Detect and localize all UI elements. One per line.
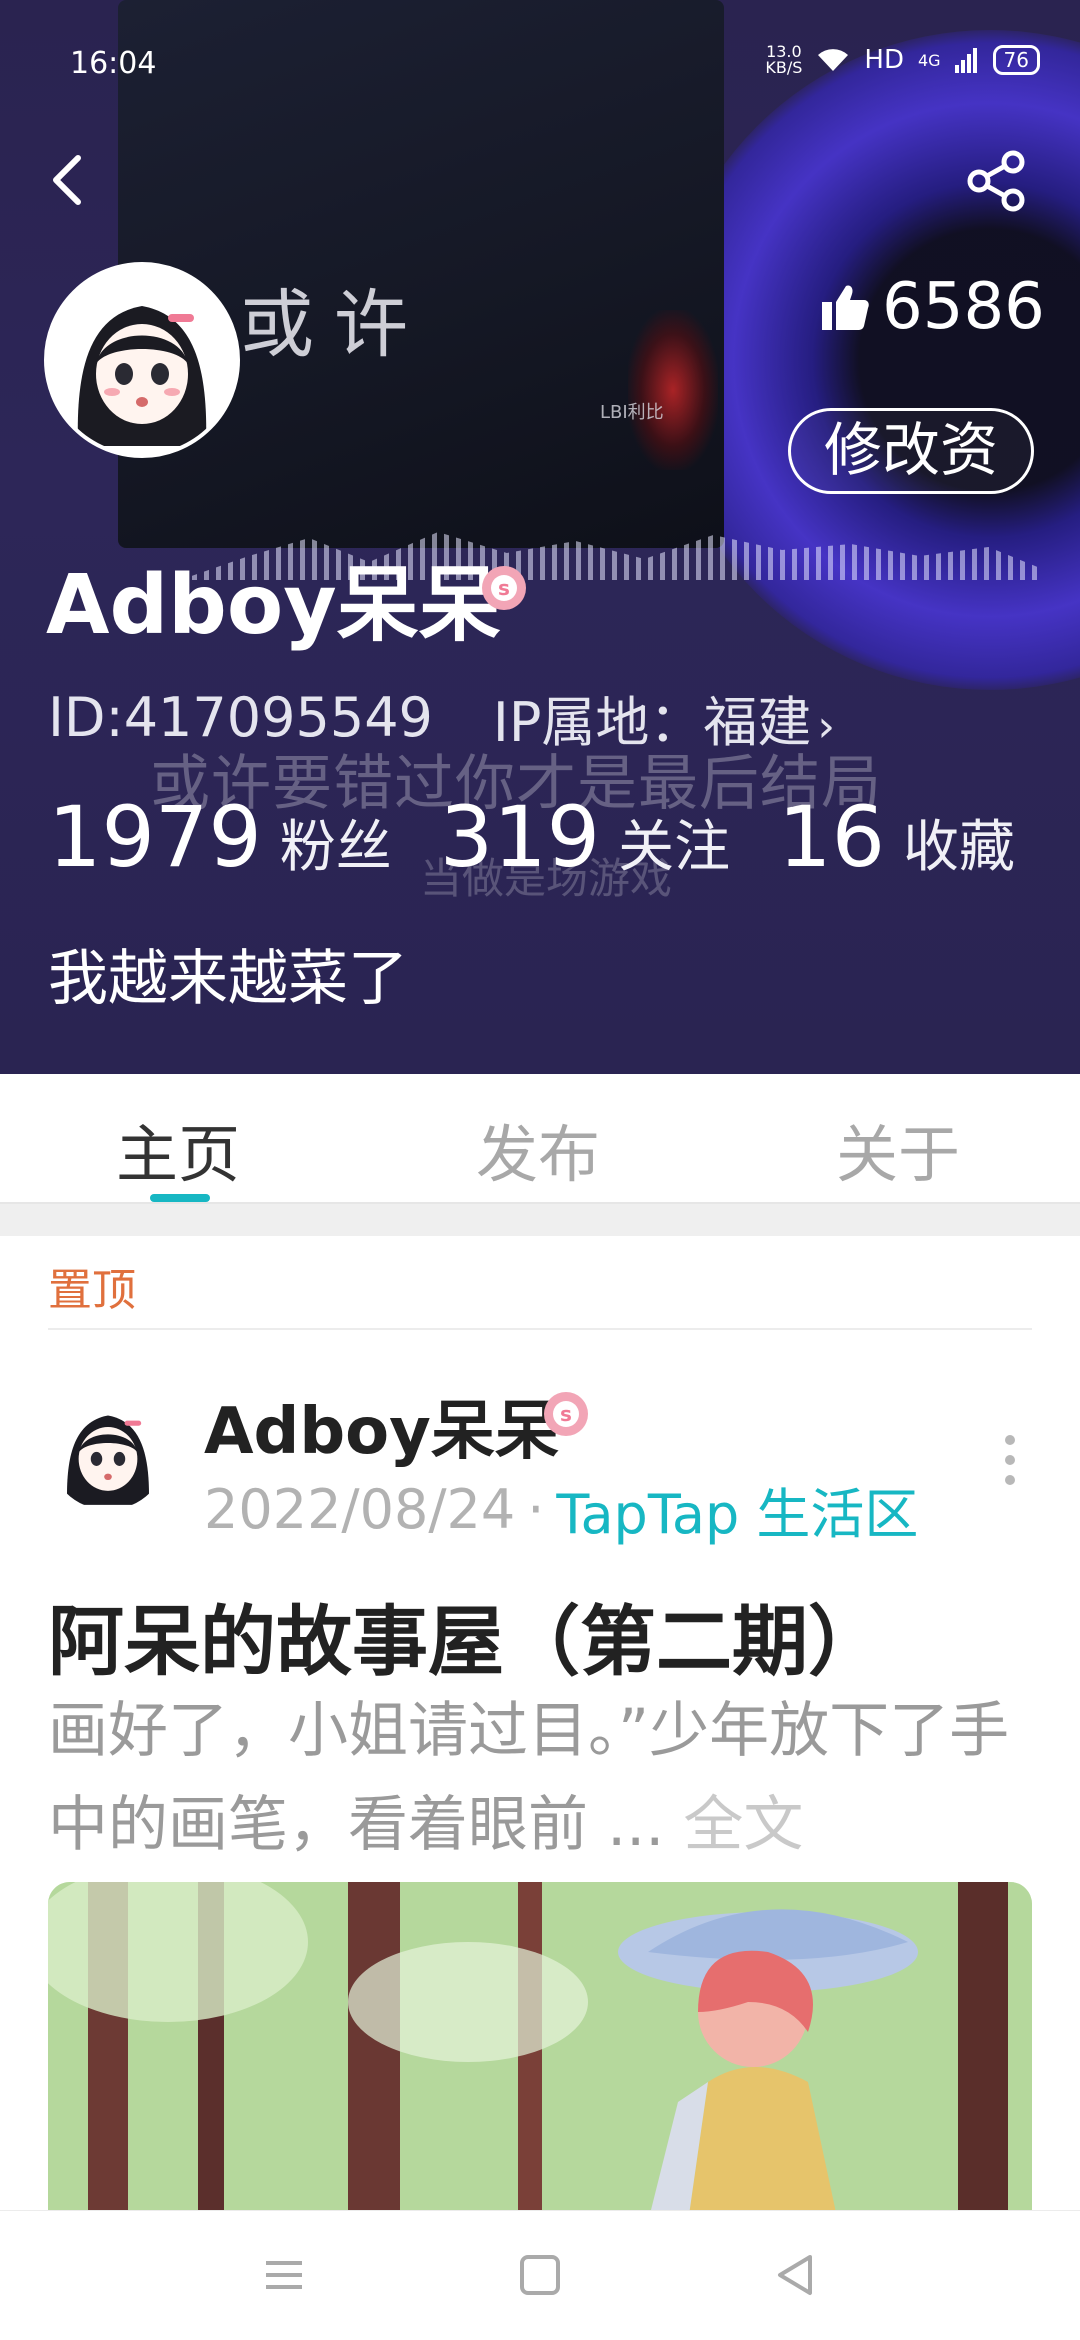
profile-header: 或许 LBI利比 或许要错过你才是最后结局 当做是场游戏 16:04 13.0 … [0,0,1080,1074]
more-options-icon[interactable] [1000,1430,1020,1490]
ip-location-link[interactable]: IP属地：福建 › [493,678,835,757]
menu-icon[interactable] [252,2243,316,2307]
following-label[interactable]: 关注 [618,802,730,883]
network-speed: 13.0 KB/S [765,44,802,76]
network-speed-unit: KB/S [765,58,803,77]
post-author-avatar[interactable] [48,1390,168,1510]
profile-bio: 我越来越菜了 [48,944,408,1014]
post-date: 2022/08/24 [204,1478,516,1541]
post-author-name[interactable]: Adboy呆呆 [204,1380,559,1472]
thumbs-up-icon [822,285,869,330]
id-location-row: ID:417095549 IP属地：福建 › [48,678,835,757]
favorites-label[interactable]: 收藏 [903,802,1015,883]
user-id: ID:417095549 [48,686,433,749]
back-triangle-icon[interactable] [764,2243,828,2307]
status-bar: 16:04 13.0 KB/S HD 4G 76 [0,40,1080,90]
post-title[interactable]: 阿呆的故事屋（第二期） [48,1580,884,1690]
post-image[interactable] [48,1882,1032,2222]
likes-count: 6586 [882,270,1045,344]
tab-about[interactable]: 关于 [836,1104,960,1194]
likes-counter: 6586 [820,270,1045,344]
profile-username: Adboy呆呆 [46,558,501,653]
post-excerpt[interactable]: 画好了，小姐请过目。”少年放下了手中的画笔，看着眼前 ... 全文 [48,1684,1038,1872]
verified-badge-icon: s [482,566,526,610]
status-time: 16:04 [70,46,157,81]
album-title: 或许 [240,282,428,368]
divider [48,1328,1032,1330]
pinned-label: 置顶 [48,1265,136,1316]
hd-indicator: HD [864,45,904,75]
chevron-right-icon: › [817,701,836,752]
followers-label[interactable]: 粉丝 [280,802,392,883]
status-icons: 13.0 KB/S HD 4G 76 [765,44,1040,76]
meta-separator: · [527,1478,545,1541]
wifi-icon [818,49,849,71]
share-icon[interactable] [965,148,1031,214]
avatar-illustration [48,1390,168,1510]
back-arrow-icon[interactable] [40,150,100,210]
post-excerpt-text: 画好了，小姐请过目。”少年放下了手中的画笔，看着眼前 ... [48,1696,1010,1860]
active-tab-indicator [150,1194,210,1202]
read-full-text-link[interactable]: 全文 [683,1790,803,1860]
profile-avatar[interactable] [44,262,240,458]
system-nav-bar [0,2210,1080,2340]
favorites-count[interactable]: 16 [778,788,885,886]
ip-location-label: IP属地：福建 [492,691,812,754]
post-board-link[interactable]: TapTap 生活区 [556,1470,918,1549]
verified-badge-icon: s [544,1392,588,1436]
section-divider [0,1204,1080,1236]
profile-stats: 1979 粉丝 319 关注 16 收藏 [48,788,1063,886]
signal-icon [954,48,977,73]
album-cover-glow [628,310,718,470]
edit-profile-button[interactable]: 修改资 [788,408,1034,494]
following-count[interactable]: 319 [440,788,600,886]
album-artist: LBI利比 [600,402,664,423]
signal-indicator: 4G [917,50,941,70]
tab-posts[interactable]: 发布 [476,1104,600,1194]
post-image-illustration [48,1882,1032,2222]
avatar-illustration [48,266,236,454]
post-meta: 2022/08/24 · TapTap 生活区 [204,1470,918,1549]
profile-tabs: 主页 发布 关于 [0,1074,1080,1204]
tab-home[interactable]: 主页 [116,1104,240,1194]
battery-indicator: 76 [992,45,1040,75]
home-square-icon[interactable] [508,2243,572,2307]
followers-count[interactable]: 1979 [48,788,262,886]
